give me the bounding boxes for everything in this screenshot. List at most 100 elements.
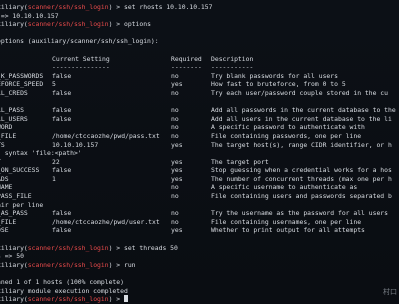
option-description: Add all passwords in the current databas… xyxy=(211,106,396,115)
terminal-line: LL_CREDS false no Try each user/password co… xyxy=(0,89,399,98)
option-name: _AS_PASS xyxy=(0,209,28,218)
option-current-setting: 1 xyxy=(52,174,56,183)
terminal-line: _K_PASSWORDS false no Try blank passwords f… xyxy=(0,72,399,81)
option-description: The number of concurrent threads (max on… xyxy=(211,174,392,183)
terminal-text: xiliary( xyxy=(0,3,28,11)
option-description: Whether to print output for all attempts xyxy=(211,226,365,235)
option-description: Stop guessing when a credential works fo… xyxy=(211,166,392,175)
option-required: no xyxy=(171,123,179,132)
option-required: yes xyxy=(171,157,183,166)
option-name: NAME xyxy=(0,183,13,192)
terminal-line: OSE false yes Whether to print output for a… xyxy=(0,226,399,235)
option-description: The target host(s), range CIDR identifie… xyxy=(211,140,392,149)
terminal-line: _FILE/home/ctccaozhe/pwd/user.txt no File … xyxy=(0,218,399,227)
terminal-line: T 22 yes The target port xyxy=(0,158,399,167)
option-description: File containing passwords, one per line xyxy=(211,131,362,140)
terminal-line: nned 1 of 1 hosts (100% complete) xyxy=(0,278,399,287)
option-description: Description xyxy=(211,54,254,63)
terminal-text: ) > set rhosts 10.10.10.157 xyxy=(108,3,213,11)
option-required: -------- xyxy=(171,63,202,72)
option-description: Add all users in the current database to… xyxy=(211,114,392,123)
option-description: ----------- xyxy=(211,63,254,72)
option-name: ADS xyxy=(0,174,9,183)
terminal-text: xiliary module execution completed xyxy=(0,286,128,295)
terminal-text: xiliary( xyxy=(0,295,28,304)
terminal-text: syntax 'file:<path>' xyxy=(0,149,82,158)
terminal-line: _AS_PASS false no Try the username as the p… xyxy=(0,209,399,218)
option-required: yes xyxy=(171,80,183,89)
option-description: A specific username to authenticate as xyxy=(211,183,358,192)
option-name: PASS_FILE xyxy=(0,192,32,201)
terminal-text: options (auxiliary/scanner/ssh/ssh_login… xyxy=(0,37,159,46)
terminal-line: xiliary(scanner/ssh/ssh_login) > options xyxy=(0,20,399,29)
option-current-setting: 22 xyxy=(52,157,60,166)
option-name: EFORCE_SPEED xyxy=(0,80,44,89)
option-current-setting: false xyxy=(52,106,72,115)
terminal-text: xiliary( xyxy=(0,243,28,252)
terminal-line: s => 50 xyxy=(0,252,399,261)
terminal-line: syntax 'file:<path>' xyxy=(0,149,399,158)
option-required: no xyxy=(171,114,179,123)
option-name: _FILE xyxy=(0,131,17,140)
option-description: Try the username as the password for all… xyxy=(211,209,388,218)
module-name: scanner/ssh/ssh_login xyxy=(27,3,109,11)
option-required: no xyxy=(171,209,179,218)
option-description: How fast to bruteforce, from 0 to 5 xyxy=(211,80,346,89)
terminal-line: xiliary(scanner/ssh/ssh_login) > xyxy=(0,295,399,304)
option-required: yes xyxy=(171,226,183,235)
option-name: _K_PASSWORDS xyxy=(0,71,44,80)
option-description: The target port xyxy=(211,157,269,166)
option-required: no xyxy=(171,88,179,97)
terminal-line: _ON_SUCCESS false yes Stop guessing when a … xyxy=(0,166,399,175)
terminal-line: options (auxiliary/scanner/ssh/ssh_login… xyxy=(0,37,399,46)
terminal-window[interactable]: xiliary(scanner/ssh/ssh_login) > set rho… xyxy=(0,0,399,303)
terminal-line: xiliary(scanner/ssh/ssh_login) > run xyxy=(0,261,399,270)
option-required: no xyxy=(171,131,179,140)
watermark: 村口 xyxy=(383,288,397,297)
terminal-line: xiliary(scanner/ssh/ssh_login) > set rho… xyxy=(0,3,399,12)
terminal-output: xiliary(scanner/ssh/ssh_login) > set rho… xyxy=(0,3,399,304)
option-required: Required xyxy=(171,54,202,63)
option-current-setting: false xyxy=(52,88,72,97)
terminal-line: NAME no A specific username to authenticat… xyxy=(0,183,399,192)
terminal-text: xiliary( xyxy=(0,260,28,269)
option-required: yes xyxy=(171,174,183,183)
option-name: TS xyxy=(0,140,5,149)
terminal-line: air per line xyxy=(0,201,399,210)
terminal-line: TS 10.10.10.157 yes The target host(s), ran… xyxy=(0,141,399,150)
option-name: T xyxy=(0,158,1,167)
terminal-line: EFORCE_SPEED 5 yes How fast to bruteforce, … xyxy=(0,80,399,89)
option-current-setting: Current Setting xyxy=(52,54,110,63)
terminal-line: --------------- -------- ----------- xyxy=(0,63,399,72)
terminal-line: Current Setting Required Description xyxy=(0,55,399,64)
option-current-setting: --------------- xyxy=(52,63,110,72)
option-name: OSE xyxy=(0,226,9,235)
option-description: A specific password to authenticate with xyxy=(211,123,365,132)
cursor[interactable] xyxy=(123,295,128,303)
terminal-text: nned 1 of 1 hosts (100% complete) xyxy=(0,278,124,286)
option-required: no xyxy=(171,71,179,80)
terminal-line: => 10.10.10.157 xyxy=(0,12,399,21)
option-name: WORD xyxy=(0,123,13,132)
option-current-setting: false xyxy=(52,166,72,175)
option-required: yes xyxy=(171,166,183,175)
terminal-line: ADS 1 yes The number of concurrent threads … xyxy=(0,175,399,184)
option-current-setting: /home/ctccaozhe/pwd/pass.txt xyxy=(52,131,160,140)
option-required: no xyxy=(171,192,179,201)
terminal-text: ) > xyxy=(108,295,124,304)
terminal-text: air per line xyxy=(0,200,44,209)
terminal-line: PASS_FILE no File containing users and pas… xyxy=(0,192,399,201)
option-required: yes xyxy=(171,140,183,149)
option-description: Try blank passwords for all users xyxy=(211,71,338,80)
option-required: no xyxy=(171,106,179,115)
option-description: File containing users and passwords sepa… xyxy=(211,192,392,201)
terminal-line: WORD no A specific password to authenticat… xyxy=(0,123,399,132)
terminal-text: => 10.10.10.157 xyxy=(0,11,59,20)
terminal-line: xiliary module execution completed xyxy=(0,287,399,296)
option-description: Try each user/password couple stored in … xyxy=(211,88,388,97)
option-current-setting: 10.10.10.157 xyxy=(52,140,99,149)
option-name: LL_PASS xyxy=(0,106,24,115)
option-current-setting: /home/ctccaozhe/pwd/user.txt xyxy=(52,217,160,226)
